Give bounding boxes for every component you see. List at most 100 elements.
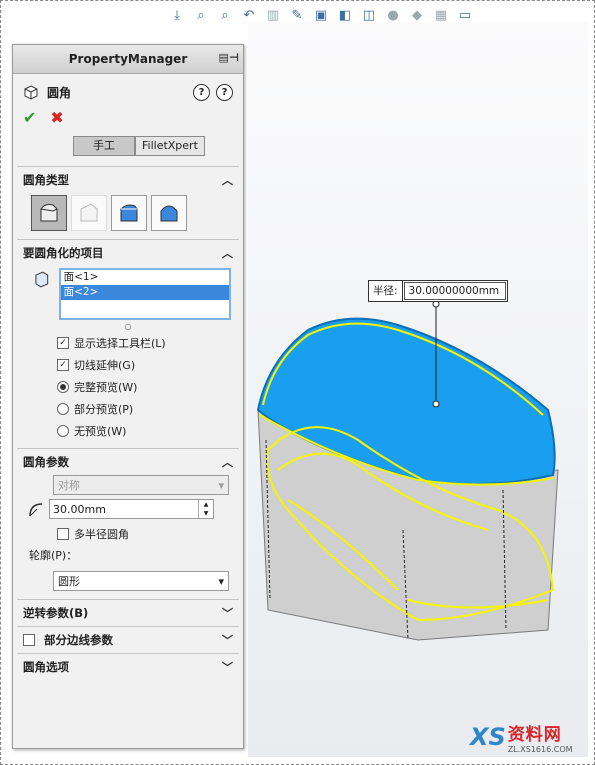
radius-row: 30.00mm ▲ ▼ (17, 495, 239, 523)
list-item[interactable]: 面<2> (60, 285, 229, 300)
multi-radius-label: 多半径圆角 (74, 528, 129, 541)
view-settings-icon[interactable]: ▦ (432, 6, 450, 24)
face-fillet-button[interactable] (111, 195, 147, 231)
chevron-down-icon[interactable]: ﹀ (222, 659, 233, 675)
chevron-up-icon[interactable]: ︿ (222, 245, 233, 261)
watermark-logo-icon: XS (470, 723, 506, 751)
no-preview-option[interactable]: 无预览(W) (17, 420, 239, 442)
tangent-propagation-label: 切线延伸(G) (74, 359, 136, 372)
tab-filletxpert[interactable]: FilletXpert (135, 136, 205, 156)
radio-unselected[interactable] (57, 403, 69, 415)
full-preview-option[interactable]: 完整预览(W) (17, 376, 239, 398)
partial-edge-section: 部分边线参数 ﹀ (17, 626, 239, 653)
radius-icon (29, 503, 43, 517)
profile-label: 轮廓(P)： (29, 549, 78, 562)
fillet-params-header[interactable]: 圆角参数 ︿ (17, 449, 239, 475)
fillet-options-header[interactable]: 圆角选项 ﹀ (17, 654, 239, 680)
fillet-options-section: 圆角选项 ﹀ (17, 653, 239, 680)
radio-selected[interactable] (57, 381, 69, 393)
setback-label: 逆转参数(B) (23, 606, 89, 620)
fillet-method-select[interactable]: 对称 ▾ (53, 475, 229, 495)
setback-header[interactable]: 逆转参数(B) ﹀ (17, 600, 239, 626)
previous-view-icon[interactable]: ↶ (240, 6, 258, 24)
zoom-area-icon[interactable]: ⌕ (216, 6, 234, 24)
chevron-down-icon[interactable]: ﹀ (222, 632, 233, 648)
partial-preview-option[interactable]: 部分预览(P) (17, 398, 239, 420)
items-to-fillet-header[interactable]: 要圆角化的项目 ︿ (17, 240, 239, 266)
ok-check-icon[interactable]: ✔ (23, 108, 36, 127)
whats-wrong-icon[interactable]: ? (193, 83, 210, 101)
fillet-method-value: 对称 (58, 479, 80, 492)
apply-scene-icon[interactable]: ◆ (408, 6, 426, 24)
radius-input[interactable]: 30.00mm ▲ ▼ (49, 499, 214, 519)
fillet-type-section: 圆角类型 ︿ (17, 166, 239, 239)
zoom-fit-icon[interactable]: ⌕ (192, 6, 210, 24)
items-to-fillet-section: 要圆角化的项目 ︿ 面<1> 面<2> ○ ✓ 显示选择工具栏(L) ✓ 切线延… (17, 239, 239, 448)
model-view[interactable] (248, 300, 588, 650)
listbox-resize-grip[interactable]: ○ (17, 322, 239, 332)
partial-edge-label: 部分边线参数 (44, 633, 113, 647)
cancel-x-icon[interactable]: ✖ (50, 108, 63, 127)
pin-icon[interactable]: ▤⊣ (219, 51, 239, 64)
variable-size-fillet-button[interactable] (71, 195, 107, 231)
callout-leader (432, 300, 440, 408)
tangent-propagation-option[interactable]: ✓ 切线延伸(G) (17, 354, 239, 376)
partial-edge-header[interactable]: 部分边线参数 ﹀ (17, 627, 239, 653)
callout-value[interactable]: 30.00000000mm (403, 282, 506, 300)
view-orientation-icon[interactable]: ▣ (312, 6, 330, 24)
hide-show-icon[interactable]: ◫ (360, 6, 378, 24)
faces-list-row: 面<1> 面<2> (17, 266, 239, 322)
chevron-down-icon[interactable]: ﹀ (222, 605, 233, 621)
radio-unselected[interactable] (57, 425, 69, 437)
chevron-up-icon[interactable]: ︿ (222, 172, 233, 188)
checkbox-unchecked[interactable] (23, 634, 35, 646)
fillet-options-label: 圆角选项 (23, 660, 69, 674)
multi-radius-option[interactable]: 多半径圆角 (17, 523, 239, 545)
no-preview-label: 无预览(W) (74, 425, 127, 438)
display-icon[interactable]: ▭ (456, 6, 474, 24)
fillet-feature-icon (24, 85, 38, 100)
checkbox-checked[interactable]: ✓ (57, 359, 69, 371)
watermark-title: 资料网 (507, 725, 562, 745)
edit-appearance-icon[interactable]: ● (384, 6, 402, 24)
face-fillet-icon (120, 204, 138, 222)
full-round-fillet-button[interactable] (151, 195, 187, 231)
fillet-params-section: 圆角参数 ︿ 对称 ▾ 30.00mm ▲ ▼ 多半径圆角 轮廓(P)： 圆形 … (17, 448, 239, 599)
section-view-icon[interactable]: ▥ (264, 6, 282, 24)
fillet-type-header[interactable]: 圆角类型 ︿ (17, 167, 239, 193)
chevron-up-icon[interactable]: ︿ (222, 454, 233, 470)
help-icon[interactable]: ? (216, 83, 233, 101)
heads-up-view-toolbar: ⤓ ⌕ ⌕ ↶ ▥ ✎ ▣ ◧ ◫ ● ◆ ▦ ▭ (168, 4, 474, 26)
show-selection-toolbar-option[interactable]: ✓ 显示选择工具栏(L) (17, 332, 239, 354)
radius-spinner[interactable]: ▲ ▼ (198, 500, 213, 518)
profile-value: 圆形 (58, 575, 80, 588)
checkbox-unchecked[interactable] (57, 528, 69, 540)
constant-size-fillet-button[interactable] (31, 195, 67, 231)
display-style-icon[interactable]: ◧ (336, 6, 354, 24)
fillet-type-label: 圆角类型 (23, 173, 69, 187)
fillet-params-label: 圆角参数 (23, 455, 69, 469)
feature-title: 圆角 (47, 85, 72, 100)
mode-tabs: 手工 FilletXpert (73, 136, 243, 156)
radius-value: 30.00mm (53, 502, 106, 516)
watermark: XS 资料网 ZL.XS1616.COM (470, 720, 573, 754)
constant-fillet-icon (40, 204, 58, 222)
watermark-url: ZL.XS1616.COM (507, 745, 573, 754)
checkbox-checked[interactable]: ✓ (57, 337, 69, 349)
ok-cancel-row: ✔ ✖ (13, 102, 243, 130)
chevron-down-icon: ▾ (218, 478, 224, 492)
list-item[interactable]: 面<1> (61, 270, 229, 285)
dynamic-annotation-icon[interactable]: ✎ (288, 6, 306, 24)
variable-fillet-icon (80, 203, 98, 222)
faces-listbox[interactable]: 面<1> 面<2> (58, 268, 231, 320)
property-manager-title: PropertyManager (68, 52, 188, 66)
radius-callout[interactable]: 半径: 30.00000000mm (368, 280, 508, 302)
setback-section: 逆转参数(B) ﹀ (17, 599, 239, 626)
show-selection-toolbar-label: 显示选择工具栏(L) (74, 337, 166, 350)
callout-label: 半径: (369, 281, 403, 301)
property-manager-panel: PropertyManager ▤⊣ 圆角 ? ? ✔ ✖ 手工 FilletX… (12, 44, 244, 749)
tab-manual[interactable]: 手工 (73, 136, 135, 156)
profile-select[interactable]: 圆形 ▾ (53, 571, 229, 591)
view-orient-icon[interactable]: ⤓ (168, 6, 186, 24)
chevron-down-icon: ▾ (218, 574, 224, 588)
